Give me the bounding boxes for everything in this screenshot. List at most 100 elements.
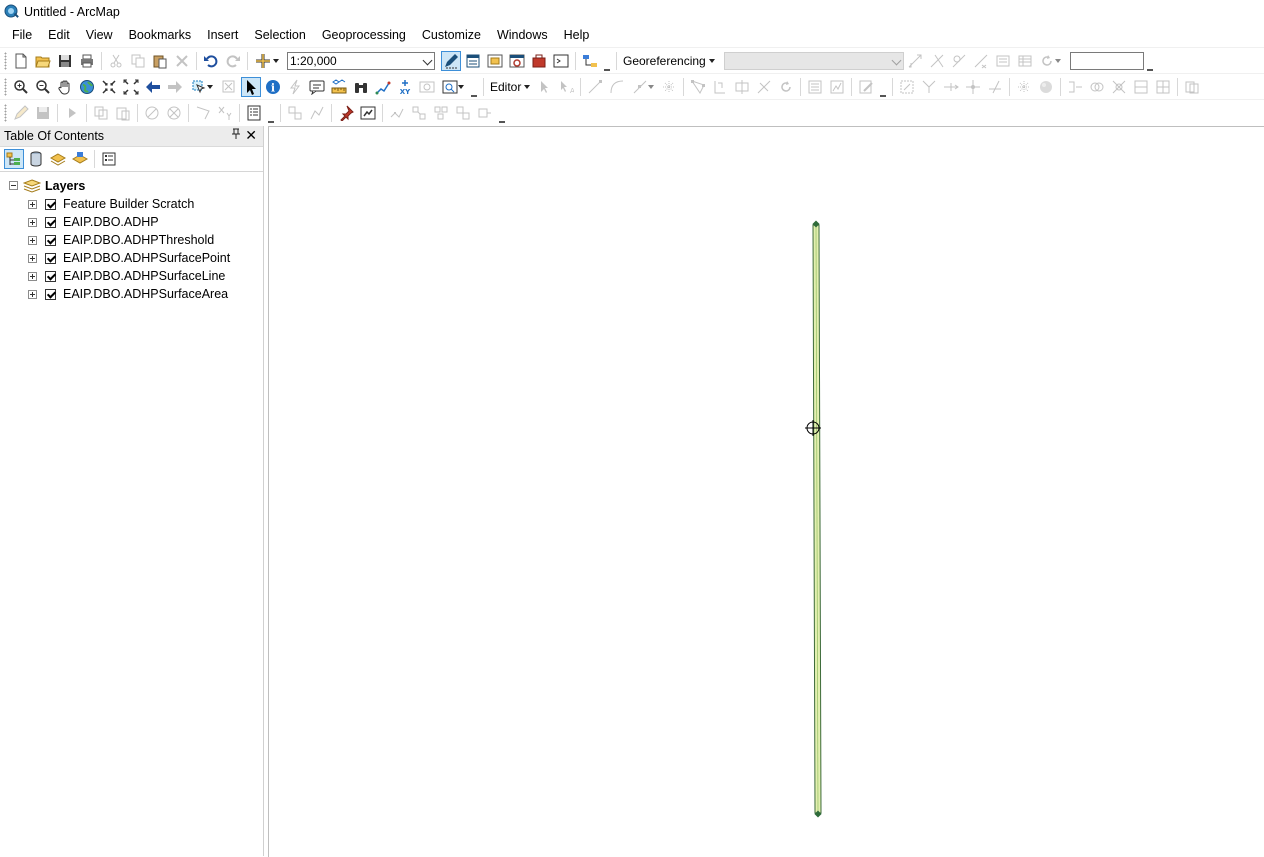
attribute-table-button[interactable] <box>244 103 264 123</box>
toc-options-button[interactable] <box>99 149 119 169</box>
layer-row-adhp-surface-area[interactable]: EAIP.DBO.ADHPSurfaceArea <box>0 285 263 303</box>
topology-vertex-button[interactable] <box>919 77 939 97</box>
rotation-angle-input[interactable] <box>1069 51 1144 70</box>
viewer-button[interactable] <box>993 51 1013 71</box>
toolbar-grip[interactable] <box>4 103 7 122</box>
arctoolbox-button[interactable] <box>529 51 549 71</box>
close-icon[interactable]: ✕ <box>245 127 257 144</box>
model-builder-button[interactable] <box>580 51 600 71</box>
full-extent-button[interactable] <box>77 77 97 97</box>
cut-polygons-button[interactable] <box>732 77 752 97</box>
feature-builder-a-button[interactable] <box>285 103 305 123</box>
save-edits-button[interactable] <box>33 103 53 123</box>
menu-customize[interactable]: Customize <box>414 24 489 47</box>
georeferencing-menu-button[interactable]: Georeferencing <box>620 54 718 68</box>
add-control-points-button[interactable] <box>905 51 925 71</box>
layers-root-row[interactable]: Layers <box>0 176 263 195</box>
collapse-icon[interactable] <box>9 181 18 190</box>
menu-file[interactable]: File <box>0 24 40 47</box>
topology-tool-a-button[interactable] <box>1065 77 1085 97</box>
toolbar-overflow-button[interactable] <box>879 77 887 97</box>
create-viewer-window-button[interactable] <box>439 77 467 97</box>
layer-row-adhp[interactable]: EAIP.DBO.ADHP <box>0 213 263 231</box>
print-button[interactable] <box>77 51 97 71</box>
edit-vertices-button[interactable] <box>688 77 708 97</box>
go-forward-extent-button[interactable] <box>165 77 185 97</box>
pin-icon[interactable] <box>231 128 241 143</box>
sketch-properties-button[interactable] <box>827 77 847 97</box>
play-button[interactable] <box>62 103 82 123</box>
clear-selection-button[interactable] <box>219 77 239 97</box>
menu-view[interactable]: View <box>78 24 121 47</box>
expand-icon[interactable] <box>28 199 37 209</box>
rotate-feature-button[interactable] <box>776 77 796 97</box>
topology-tool-b-button[interactable] <box>1087 77 1107 97</box>
expand-icon[interactable] <box>28 271 37 281</box>
layer-row-feature-builder-scratch[interactable]: Feature Builder Scratch <box>0 195 263 213</box>
python-window-button[interactable] <box>551 51 571 71</box>
list-by-drawing-order-button[interactable] <box>4 149 24 169</box>
topology-node-button[interactable] <box>963 77 983 97</box>
delete-button[interactable] <box>172 51 192 71</box>
menu-geoprocessing[interactable]: Geoprocessing <box>314 24 414 47</box>
layer-visibility-checkbox[interactable] <box>45 252 56 264</box>
expand-icon[interactable] <box>28 253 37 263</box>
hyperlink-button[interactable] <box>285 77 305 97</box>
measure-button[interactable] <box>329 77 349 97</box>
view-link-table-button[interactable] <box>1015 51 1035 71</box>
feature-builder-b-button[interactable] <box>307 103 327 123</box>
editor-menu-button[interactable]: Editor <box>487 80 533 94</box>
pin-button[interactable] <box>336 103 356 123</box>
save-button[interactable] <box>55 51 75 71</box>
select-features-button[interactable] <box>187 77 217 97</box>
menu-edit[interactable]: Edit <box>40 24 78 47</box>
menu-bookmarks[interactable]: Bookmarks <box>121 24 200 47</box>
layer-visibility-checkbox[interactable] <box>45 234 56 246</box>
copy-features-button[interactable] <box>91 103 111 123</box>
snap-e-button[interactable] <box>475 103 495 123</box>
edit-tool-button[interactable] <box>534 77 554 97</box>
toolbar-grip[interactable] <box>4 51 7 70</box>
snap-d-button[interactable] <box>453 103 473 123</box>
redo-button[interactable] <box>223 51 243 71</box>
select-elements-button[interactable] <box>241 76 261 97</box>
topology-tool-f-button[interactable] <box>1182 77 1202 97</box>
zoom-to-selected-link-button[interactable] <box>949 51 969 71</box>
delete-link-button[interactable] <box>971 51 991 71</box>
layout-button[interactable] <box>358 103 378 123</box>
clear-validation-button[interactable] <box>164 103 184 123</box>
snap-c-button[interactable] <box>431 103 451 123</box>
find-route-button[interactable] <box>373 77 393 97</box>
find-button[interactable] <box>351 77 371 97</box>
time-slider-button[interactable] <box>417 77 437 97</box>
menu-insert[interactable]: Insert <box>199 24 246 47</box>
start-editing-button[interactable] <box>11 103 31 123</box>
topology-extend-button[interactable] <box>985 77 1005 97</box>
layer-visibility-checkbox[interactable] <box>45 198 56 210</box>
catalog-window-button[interactable] <box>485 51 505 71</box>
map-view[interactable] <box>268 126 1264 857</box>
edit-annotation-button[interactable]: A <box>556 77 576 97</box>
cut-button[interactable] <box>106 51 126 71</box>
identify-button[interactable]: i <box>263 77 283 97</box>
editor-toolbar-button[interactable] <box>441 50 461 71</box>
layer-row-adhp-surface-point[interactable]: EAIP.DBO.ADHPSurfacePoint <box>0 249 263 267</box>
menu-selection[interactable]: Selection <box>246 24 313 47</box>
attributes-button[interactable] <box>805 77 825 97</box>
search-window-button[interactable] <box>507 51 527 71</box>
toolbar-overflow-button[interactable] <box>1146 51 1154 71</box>
construct-line-button[interactable] <box>193 103 213 123</box>
map-canvas[interactable] <box>269 127 1264 857</box>
split-tool-button[interactable] <box>754 77 774 97</box>
list-by-selection-button[interactable] <box>70 149 90 169</box>
expand-icon[interactable] <box>28 235 37 245</box>
construct-xy-button[interactable] <box>215 103 235 123</box>
validate-button[interactable] <box>142 103 162 123</box>
new-document-button[interactable] <box>11 51 31 71</box>
paste-button[interactable] <box>150 51 170 71</box>
zoom-out-button[interactable] <box>33 77 53 97</box>
rotate-tool-button[interactable] <box>1037 51 1063 71</box>
undo-button[interactable] <box>201 51 221 71</box>
zoom-in-button[interactable] <box>11 77 31 97</box>
select-link-button[interactable] <box>927 51 947 71</box>
